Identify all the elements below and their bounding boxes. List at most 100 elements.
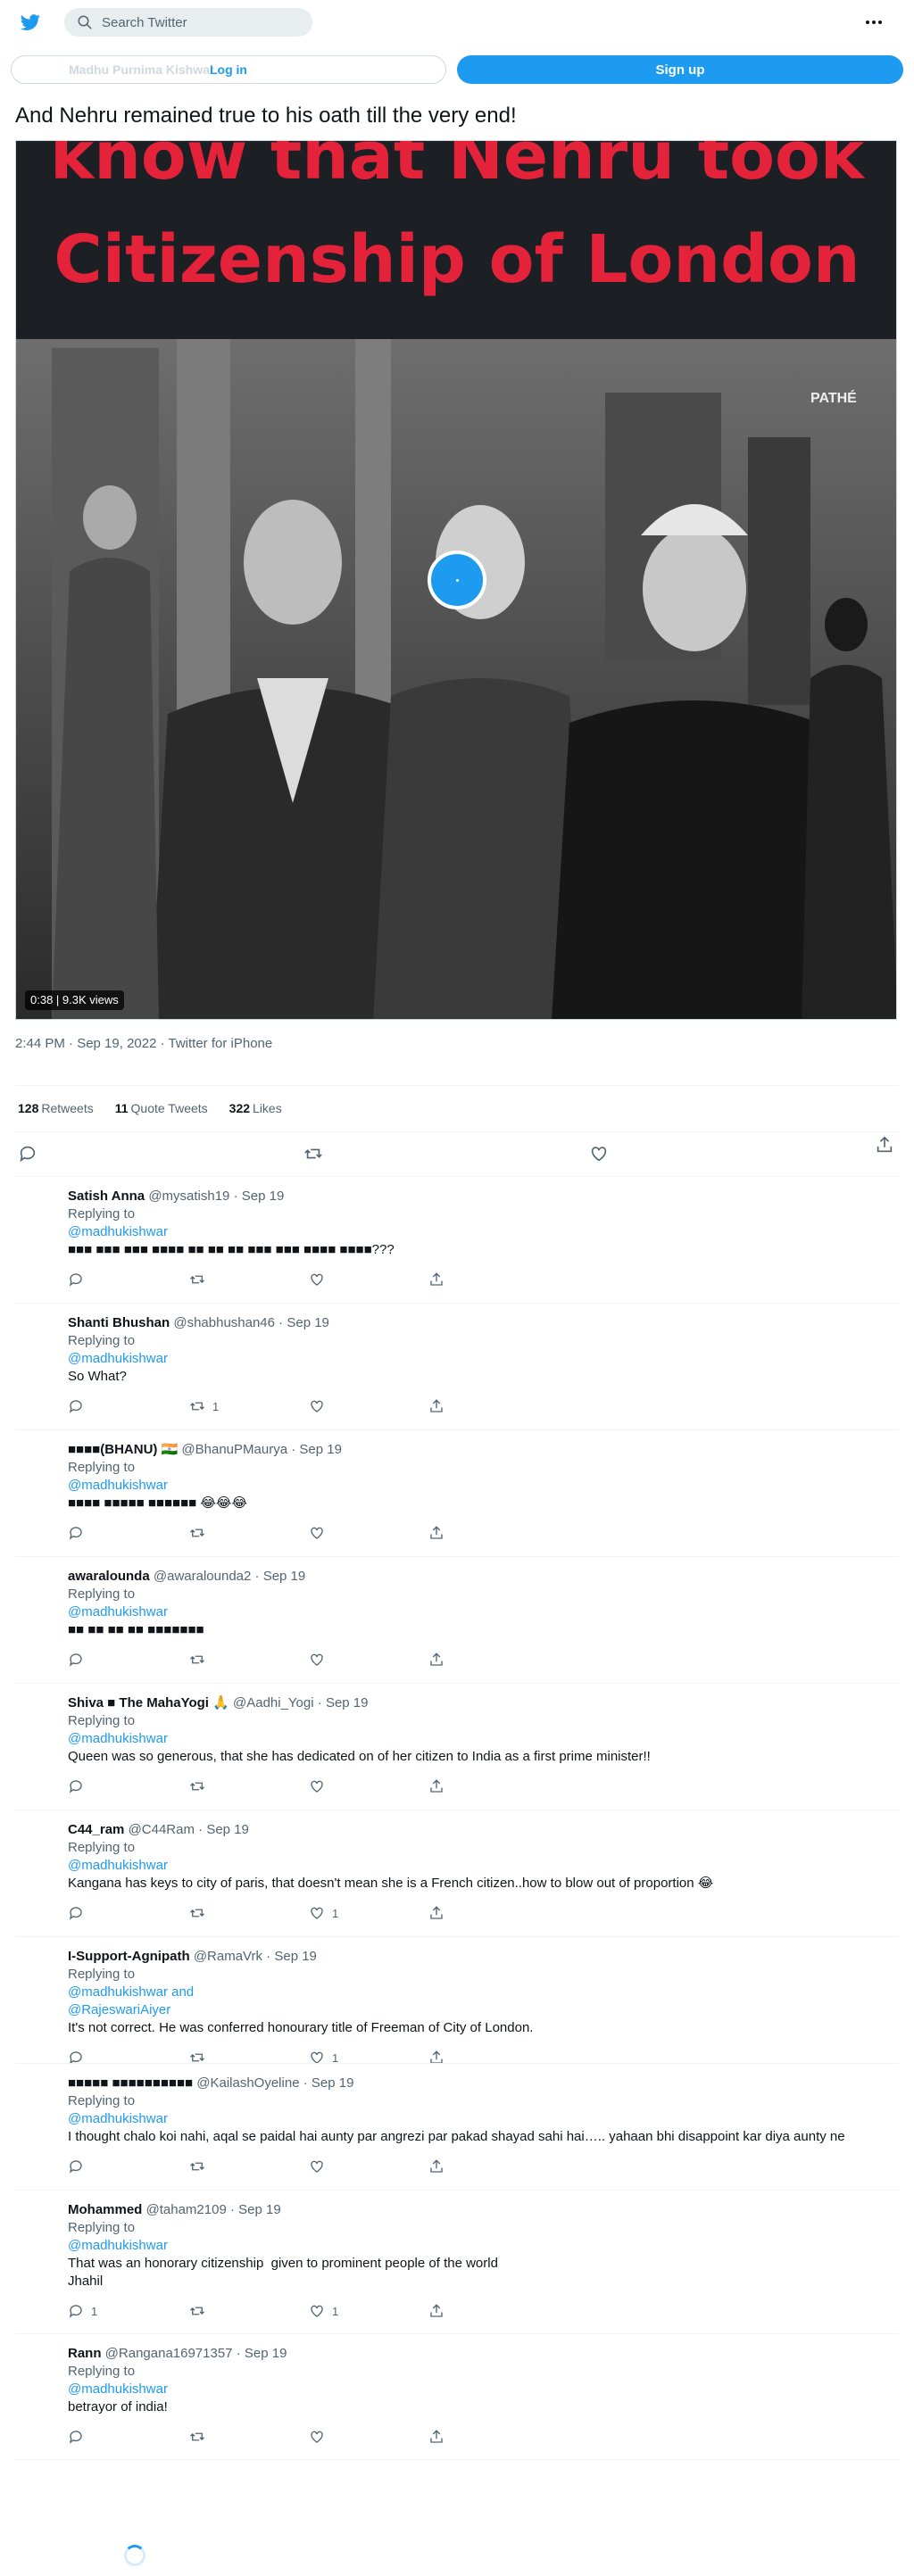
replying-to-mention[interactable]: @madhukishwar — [68, 1350, 898, 1368]
retweet-button[interactable] — [189, 2429, 212, 2445]
search-input[interactable] — [102, 14, 298, 30]
like-button[interactable] — [309, 2429, 332, 2445]
reply-date[interactable]: Sep 19 — [238, 2202, 281, 2217]
retweet-button[interactable] — [189, 1525, 212, 1541]
reply-button[interactable] — [68, 1652, 91, 1668]
reply-button[interactable] — [68, 1905, 91, 1921]
retweet-button[interactable] — [189, 1905, 212, 1921]
retweet-button[interactable] — [189, 1778, 212, 1794]
reply-author-name[interactable]: Shanti Bhushan — [68, 1315, 170, 1330]
play-icon[interactable] — [428, 551, 486, 609]
twitter-bird-icon[interactable] — [20, 12, 41, 32]
reply-author-handle[interactable]: @mysatish19 — [148, 1189, 229, 1204]
like-button[interactable] — [309, 1271, 332, 1288]
reply-author-name[interactable]: I-Support-Agnipath — [68, 1949, 190, 1964]
reply-author-handle[interactable]: @KailashOyeline — [196, 2075, 299, 2091]
tweet-timestamp[interactable]: 2:44 PM · Sep 19, 2022 · Twitter for iPh… — [15, 1035, 319, 1053]
share-button[interactable] — [428, 1271, 445, 1288]
replying-to-mention[interactable]: @madhukishwar — [68, 1730, 898, 1748]
reply-author-name[interactable]: Shiva ■ The MahaYogi 🙏 — [68, 1695, 229, 1710]
retweet-button[interactable] — [189, 1271, 212, 1288]
reply-tweet[interactable]: ■■■■■ ■■■■■■■■■■ @KailashOyeline · Sep 1… — [68, 2075, 898, 2182]
more-icon[interactable] — [860, 12, 887, 32]
video-player[interactable]: know that Nehru took Citizenship of Lond… — [15, 140, 897, 1020]
like-button[interactable] — [309, 1398, 332, 1414]
replying-to-mention[interactable]: @madhukishwar — [68, 1477, 898, 1495]
replying-to-mention[interactable]: @madhukishwar and @RajeswariAiyer — [68, 1984, 898, 2019]
reply-date[interactable]: Sep 19 — [326, 1695, 369, 1710]
share-button[interactable] — [428, 2303, 445, 2319]
reply-tweet[interactable]: C44_ram @C44Ram · Sep 19 Replying to @madh… — [68, 1821, 898, 1928]
reply-button[interactable] — [68, 1525, 91, 1541]
share-button[interactable] — [428, 2158, 445, 2174]
reply-button[interactable] — [68, 2158, 91, 2174]
reply-tweet[interactable]: awaralounda @awaralounda2 · Sep 19 Replyi… — [68, 1568, 898, 1675]
reply-author-handle[interactable]: @C44Ram — [129, 1822, 195, 1837]
reply-author-name[interactable]: C44_ram — [68, 1822, 124, 1837]
retweet-button[interactable] — [189, 2158, 212, 2174]
retweet-button[interactable] — [189, 1652, 212, 1668]
replying-to-mention[interactable]: @madhukishwar — [68, 2110, 898, 2128]
reply-date[interactable]: Sep 19 — [263, 1569, 306, 1584]
reply-author-name[interactable]: Rann — [68, 2346, 102, 2361]
reply-button[interactable]: 1 — [68, 2303, 97, 2319]
retweet-button[interactable]: 1 — [189, 1398, 219, 1414]
retweets-stat[interactable]: 128 Retweets — [18, 1101, 94, 1115]
quotes-stat[interactable]: 11 Quote Tweets — [115, 1101, 208, 1115]
like-button[interactable] — [309, 2158, 332, 2174]
share-button[interactable] — [428, 1525, 445, 1541]
retweet-button[interactable] — [189, 2303, 212, 2319]
reply-date[interactable]: Sep 19 — [299, 1442, 342, 1457]
reply-date[interactable]: Sep 19 — [274, 1949, 317, 1964]
reply-tweet[interactable]: ■■■■(BHANU) 🇮🇳 @BhanuPMaurya · Sep 19 Rep… — [68, 1441, 898, 1548]
like-button[interactable] — [309, 1525, 332, 1541]
reply-tweet[interactable]: I-Support-Agnipath @RamaVrk · Sep 19 Repl… — [68, 1948, 898, 2073]
retweet-icon[interactable] — [303, 1144, 323, 1164]
share-button[interactable] — [428, 1398, 445, 1414]
reply-date[interactable]: Sep 19 — [312, 2075, 354, 2091]
reply-author-handle[interactable]: @Rangana16971357 — [105, 2346, 233, 2361]
like-icon[interactable] — [589, 1144, 609, 1164]
replying-to-mention[interactable]: @madhukishwar — [68, 1857, 898, 1875]
reply-author-handle[interactable]: @BhanuPMaurya — [181, 1442, 287, 1457]
like-button[interactable]: 1 — [309, 1905, 338, 1921]
like-button[interactable] — [309, 1652, 332, 1668]
share-icon[interactable] — [875, 1135, 894, 1155]
reply-author-name[interactable]: ■■■■■ ■■■■■■■■■■ — [68, 2075, 193, 2091]
reply-author-name[interactable]: Mohammed — [68, 2202, 142, 2217]
share-button[interactable] — [428, 1652, 445, 1668]
share-button[interactable] — [428, 1905, 445, 1921]
reply-author-handle[interactable]: @Aadhi_Yogi — [233, 1695, 314, 1710]
reply-button[interactable] — [68, 1778, 91, 1794]
replying-to-mention[interactable]: @madhukishwar — [68, 1603, 898, 1621]
reply-tweet[interactable]: Satish Anna @mysatish19 · Sep 19 Replying… — [68, 1188, 898, 1295]
reply-button[interactable] — [68, 2429, 91, 2445]
reply-tweet[interactable]: Rann @Rangana16971357 · Sep 19 Replying t… — [68, 2345, 898, 2452]
reply-date[interactable]: Sep 19 — [287, 1315, 329, 1330]
reply-author-name[interactable]: awaralounda — [68, 1569, 150, 1584]
reply-tweet[interactable]: Mohammed @taham2109 · Sep 19 Replying to @… — [68, 2201, 898, 2326]
search-box[interactable] — [64, 8, 312, 37]
reply-author-handle[interactable]: @shabhushan46 — [173, 1315, 275, 1330]
replying-to-mention[interactable]: @madhukishwar — [68, 2381, 898, 2398]
reply-date[interactable]: Sep 19 — [245, 2346, 287, 2361]
reply-author-handle[interactable]: @taham2109 — [146, 2202, 227, 2217]
share-button[interactable] — [428, 2429, 445, 2445]
like-button[interactable]: 1 — [309, 2303, 338, 2319]
replying-to-mention[interactable]: @madhukishwar — [68, 2237, 898, 2255]
reply-author-name[interactable]: ■■■■(BHANU) 🇮🇳 — [68, 1442, 178, 1457]
signup-button[interactable]: Sign up — [457, 55, 903, 84]
reply-author-handle[interactable]: @awaralounda2 — [154, 1569, 251, 1584]
login-button[interactable]: Madhu Purnima Kishwar Log in — [11, 55, 446, 84]
reply-button[interactable] — [68, 1398, 91, 1414]
reply-tweet[interactable]: Shiva ■ The MahaYogi 🙏 @Aadhi_Yogi · Sep… — [68, 1694, 898, 1802]
share-button[interactable] — [428, 1778, 445, 1794]
replying-to-mention[interactable]: @madhukishwar — [68, 1223, 898, 1241]
reply-author-handle[interactable]: @RamaVrk — [194, 1949, 262, 1964]
reply-author-name[interactable]: Satish Anna — [68, 1189, 145, 1204]
reply-date[interactable]: Sep 19 — [206, 1822, 249, 1837]
reply-date[interactable]: Sep 19 — [242, 1189, 285, 1204]
reply-tweet[interactable]: Shanti Bhushan @shabhushan46 · Sep 19 Rep… — [68, 1314, 898, 1421]
likes-stat[interactable]: 322 Likes — [229, 1101, 282, 1115]
reply-button[interactable] — [68, 1271, 91, 1288]
